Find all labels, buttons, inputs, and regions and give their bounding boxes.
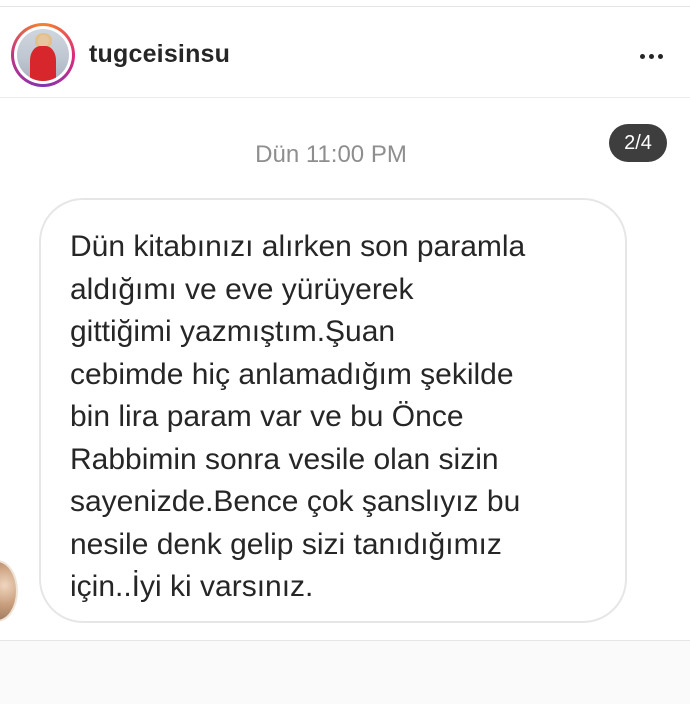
instagram-dm-screen: tugceisinsu Dün 11:00 PM 2/4 Dün kitabın…	[0, 0, 690, 704]
chat-header: tugceisinsu	[0, 7, 690, 98]
composer-area	[0, 641, 690, 704]
profile-avatar[interactable]	[11, 23, 75, 87]
username[interactable]: tugceisinsu	[89, 40, 230, 69]
avatar-red-dress	[30, 46, 56, 81]
message-timestamp: Dün 11:00 PM	[255, 141, 407, 168]
page-indicator-badge: 2/4	[609, 124, 667, 162]
message-text: Dün kitabınızı alırken son paramla aldığ…	[70, 230, 526, 603]
avatar-border	[14, 26, 72, 84]
more-horizontal-icon-dot	[649, 54, 654, 59]
more-options-button[interactable]	[632, 37, 672, 73]
avatar-photo	[17, 29, 69, 81]
more-horizontal-icon	[640, 54, 645, 59]
sender-avatar[interactable]	[0, 560, 18, 622]
more-horizontal-icon-dot	[658, 54, 663, 59]
